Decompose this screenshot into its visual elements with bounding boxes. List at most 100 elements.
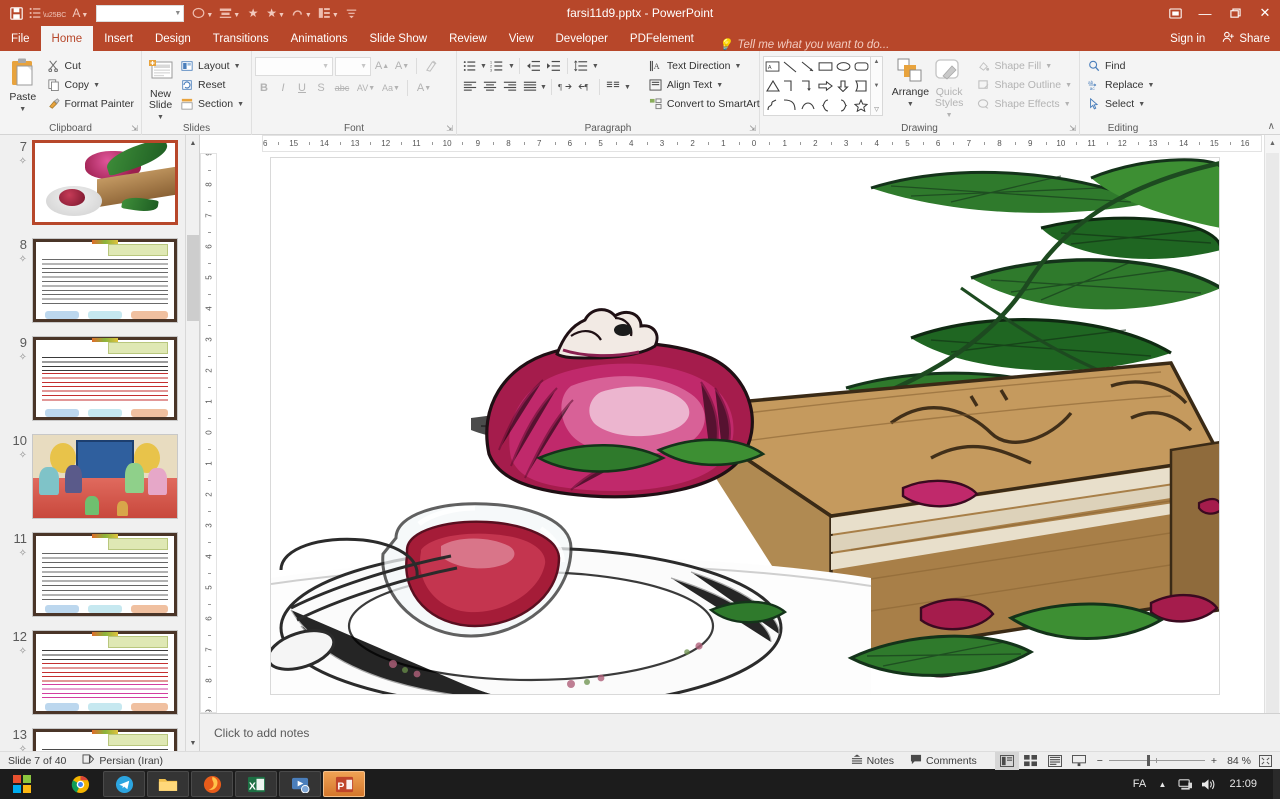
chevron-down-icon[interactable]: ▼ xyxy=(1138,101,1145,108)
shape-effects-button[interactable]: Shape Effects ▼ xyxy=(973,94,1077,113)
shape-line-icon[interactable] xyxy=(782,57,800,76)
bullets-button[interactable] xyxy=(460,56,479,75)
system-tray[interactable]: FA ▲ 21:09 xyxy=(1131,778,1267,791)
scrollbar-thumb[interactable] xyxy=(187,235,199,321)
shape-outline-button[interactable]: Shape Outline ▼ xyxy=(973,75,1077,94)
shape-triangle-icon[interactable] xyxy=(764,76,782,95)
volume-icon[interactable] xyxy=(1200,778,1216,791)
shape-rounded-rectangle-icon[interactable] xyxy=(852,57,870,76)
tab-design[interactable]: Design xyxy=(144,26,202,51)
numbering-button[interactable]: 123 xyxy=(488,56,507,75)
thumbnail-image[interactable] xyxy=(32,238,178,323)
text-shadow-button[interactable]: S xyxy=(312,78,330,97)
paste-button[interactable]: Paste ▼ xyxy=(3,55,43,114)
clipboard-dialog-launcher[interactable]: ⇲ xyxy=(131,124,138,133)
vertical-ruler[interactable]: 9876543210123456789 xyxy=(200,153,217,713)
slide-sorter-view-button[interactable] xyxy=(1019,752,1043,770)
quick-styles-button[interactable]: Quick Styles ▼ xyxy=(930,55,969,120)
align-right-button[interactable] xyxy=(500,77,519,96)
tab-developer[interactable]: Developer xyxy=(545,26,619,51)
start-button[interactable] xyxy=(0,769,44,799)
taskbar-telegram-icon[interactable] xyxy=(103,771,145,797)
thumbnail-image[interactable] xyxy=(32,532,178,617)
tab-review[interactable]: Review xyxy=(438,26,498,51)
slide-pane-scrollbar[interactable]: ▲ ▼ ■ xyxy=(1264,135,1280,751)
taskbar-chrome-icon[interactable] xyxy=(59,771,101,797)
shape-freeform-icon[interactable] xyxy=(764,96,782,115)
window-controls[interactable]: — ✕ xyxy=(1160,0,1280,26)
arrange-icon[interactable]: ▼ xyxy=(315,2,342,24)
taskbar-file-explorer-icon[interactable] xyxy=(147,771,189,797)
show-hidden-icons-button[interactable]: ▲ xyxy=(1154,780,1170,789)
shape-outline-icon[interactable]: ▼ xyxy=(189,2,216,24)
customize-qat-icon[interactable] xyxy=(342,2,362,24)
convert-to-smartart-button[interactable]: Convert to SmartArt ▼ xyxy=(645,94,775,113)
chevron-down-icon[interactable]: ▼ xyxy=(393,85,400,92)
slide-canvas[interactable] xyxy=(270,157,1220,695)
thumbnail-image[interactable] xyxy=(32,630,178,715)
shape-curve-icon[interactable] xyxy=(782,96,800,115)
font-color-icon[interactable]: A▼ xyxy=(69,2,91,24)
text-direction-button[interactable]: A Text Direction ▼ xyxy=(645,56,775,75)
format-painter-button[interactable]: Format Painter xyxy=(43,94,138,113)
notes-pane[interactable]: Click to add notes xyxy=(200,713,1280,751)
shape-elbow-arrow-icon[interactable] xyxy=(799,76,817,95)
chevron-down-icon[interactable]: ▼ xyxy=(237,101,244,108)
shape-textbox-icon[interactable]: A xyxy=(764,57,782,76)
arrange-button[interactable]: Arrange ▼ xyxy=(891,55,930,109)
decrease-indent-button[interactable] xyxy=(524,56,543,75)
find-button[interactable]: Find xyxy=(1083,56,1158,75)
taskbar-firefox-icon[interactable] xyxy=(191,771,233,797)
section-button[interactable]: Section ▼ xyxy=(176,94,248,113)
layout-button[interactable]: Layout ▼ xyxy=(176,56,248,75)
taskbar-powerpoint-icon[interactable]: P xyxy=(323,771,365,797)
star-icon[interactable]: ★ xyxy=(243,2,263,24)
chevron-down-icon[interactable]: ▼ xyxy=(93,82,100,89)
chevron-down-icon[interactable]: ▼ xyxy=(368,85,375,92)
chevron-down-icon[interactable]: ▼ xyxy=(1148,82,1155,89)
numbering-dropdown-icon[interactable]: ▼ xyxy=(508,63,515,70)
clear-formatting-button[interactable] xyxy=(422,57,440,76)
zoom-in-button[interactable]: + xyxy=(1205,752,1223,770)
italic-button[interactable]: I xyxy=(274,78,292,97)
thumbnail-slide-9[interactable]: 9 ✧ xyxy=(6,336,178,421)
comments-button[interactable]: Comments xyxy=(902,752,985,770)
show-desktop-button[interactable] xyxy=(1273,769,1280,799)
ltr-text-direction-button[interactable]: ¶ xyxy=(556,77,575,96)
eraser-icon[interactable]: ▼ xyxy=(288,2,315,24)
sign-in-button[interactable]: Sign in xyxy=(1160,26,1215,51)
shape-left-brace-icon[interactable] xyxy=(817,96,835,115)
reset-button[interactable]: Reset xyxy=(176,75,248,94)
chevron-down-icon[interactable]: ▼ xyxy=(1064,101,1071,108)
shapes-more-icon[interactable]: ▽ xyxy=(874,106,879,113)
tab-view[interactable]: View xyxy=(498,26,545,51)
shape-down-arrow-icon[interactable] xyxy=(835,76,853,95)
ribbon-tabs[interactable]: File Home Insert Design Transitions Anim… xyxy=(0,26,1280,51)
paragraph-dialog-launcher[interactable]: ⇲ xyxy=(749,124,756,133)
font-color-button[interactable]: A ▼ xyxy=(412,78,436,97)
tab-pdfelement[interactable]: PDFelement xyxy=(619,26,705,51)
share-button[interactable]: Share xyxy=(1215,26,1280,51)
scrollbar-track[interactable] xyxy=(1266,153,1279,715)
shapes-gallery[interactable]: A xyxy=(763,56,883,116)
character-spacing-button[interactable]: AV ▼ xyxy=(354,78,378,97)
slide-counter[interactable]: Slide 7 of 40 xyxy=(8,752,74,770)
tab-animations[interactable]: Animations xyxy=(280,26,359,51)
underline-button[interactable]: U xyxy=(293,78,311,97)
chevron-down-icon[interactable]: ▼ xyxy=(946,110,953,121)
select-button[interactable]: Select ▼ xyxy=(1083,94,1158,113)
align-center-button[interactable] xyxy=(480,77,499,96)
tab-slide-show[interactable]: Slide Show xyxy=(359,26,439,51)
star-dropdown-icon[interactable]: ★▼ xyxy=(263,2,288,24)
tab-home[interactable]: Home xyxy=(41,26,94,51)
align-text-button[interactable]: Align Text ▼ xyxy=(645,75,775,94)
line-spacing-button[interactable] xyxy=(572,56,591,75)
tell-me-search[interactable]: 💡 Tell me what you want to do... xyxy=(705,38,889,51)
chevron-down-icon[interactable]: ▼ xyxy=(234,63,241,70)
shape-oval-icon[interactable] xyxy=(835,57,853,76)
align-objects-icon[interactable]: ▼ xyxy=(216,2,243,24)
font-name-box[interactable]: ▼ xyxy=(96,5,184,22)
chevron-down-icon[interactable]: ▼ xyxy=(424,85,431,92)
chevron-down-icon[interactable]: ▼ xyxy=(734,63,741,70)
scroll-up-button[interactable]: ▲ xyxy=(1265,135,1280,151)
